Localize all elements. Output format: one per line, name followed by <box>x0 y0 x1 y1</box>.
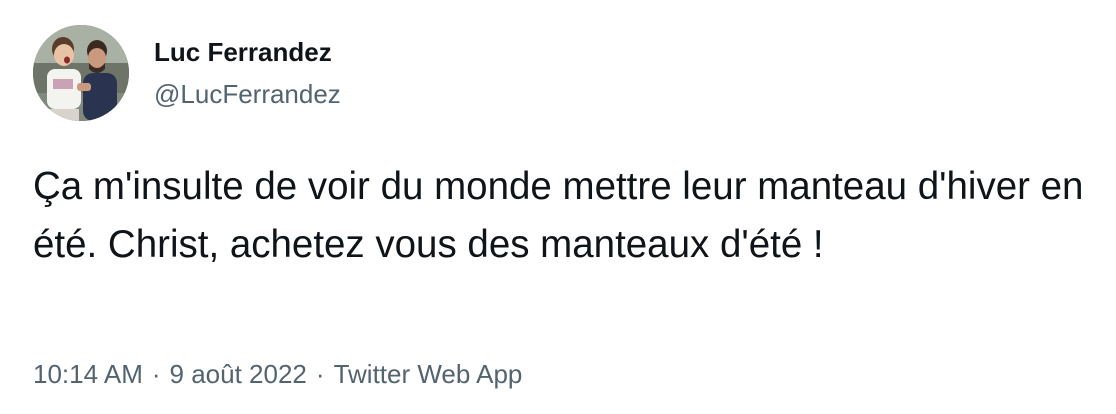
tweet-card: Luc Ferrandez @LucFerrandez Ça m'insulte… <box>0 0 1116 414</box>
avatar[interactable] <box>33 25 129 121</box>
tweet-timestamp-link[interactable]: 10:14 AM · 9 août 2022 <box>33 359 307 389</box>
meta-separator: · <box>151 359 161 389</box>
tweet-source-link[interactable]: Twitter Web App <box>334 359 523 389</box>
profile-photo-icon <box>33 25 129 121</box>
meta-separator: · <box>315 359 325 389</box>
tweet-meta: 10:14 AM · 9 août 2022 · Twitter Web App <box>33 356 522 392</box>
tweet-time: 10:14 AM <box>33 359 143 389</box>
tweet-author: Luc Ferrandez @LucFerrandez <box>154 36 341 110</box>
tweet-text: Ça m'insulte de voir du monde mettre leu… <box>33 165 1084 266</box>
tweet-date: 9 août 2022 <box>169 359 307 389</box>
author-handle[interactable]: @LucFerrandez <box>154 78 341 110</box>
author-display-name[interactable]: Luc Ferrandez <box>154 36 341 68</box>
